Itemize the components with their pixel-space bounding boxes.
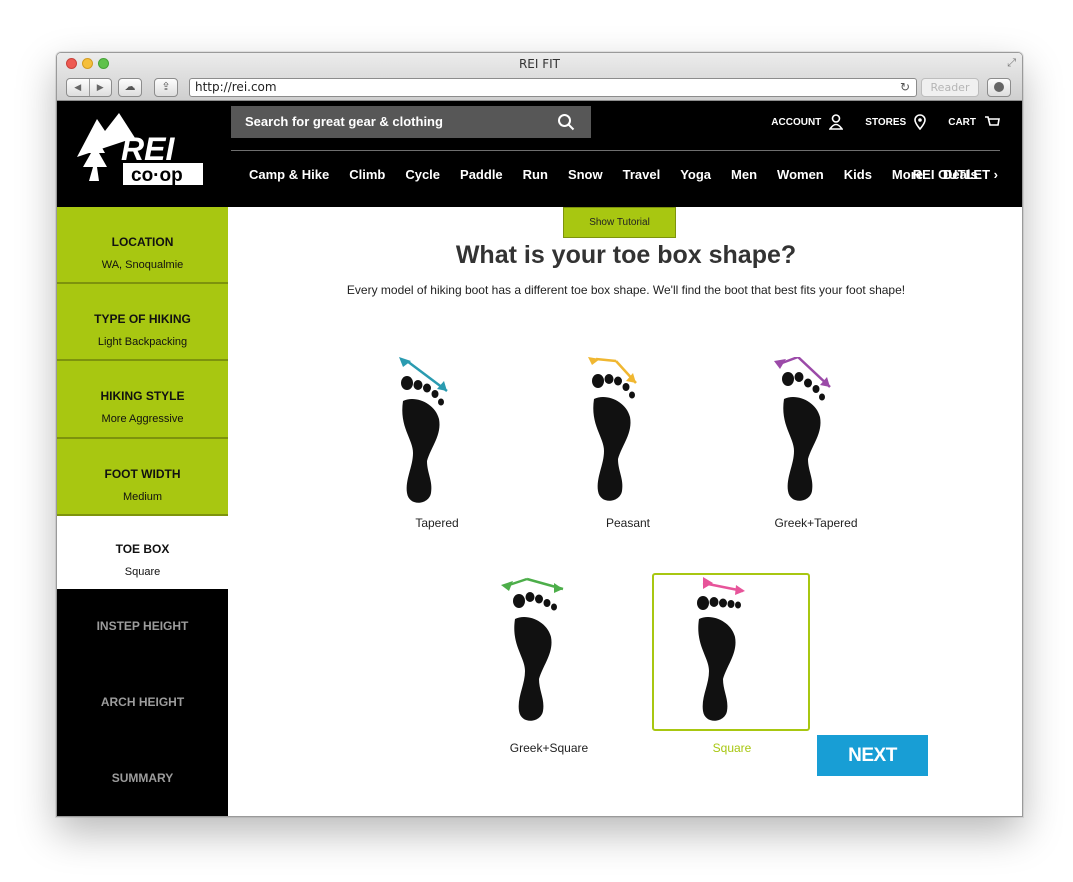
tapered-foot-icon	[399, 357, 448, 503]
url-text: http://rei.com	[195, 80, 277, 94]
step-value: WA, Snoqualmie	[101, 259, 184, 271]
step-hiking-style[interactable]: HIKING STYLE More Aggressive	[57, 361, 228, 439]
search-input[interactable]: Search for great gear & clothing	[231, 106, 591, 138]
stores-label: STORES	[865, 116, 907, 128]
stores-link[interactable]: STORES	[865, 114, 927, 130]
forward-icon[interactable]: ▶	[90, 79, 112, 96]
cart-label: CART	[948, 116, 976, 128]
rei-logo[interactable]: REI co·op	[75, 107, 205, 187]
step-label: SUMMARY	[111, 771, 174, 785]
account-links: ACCOUNT STORES CART	[771, 106, 1022, 138]
option-tapered[interactable]	[358, 357, 516, 515]
address-bar[interactable]: http://rei.com ↻	[189, 78, 917, 97]
step-label: LOCATION	[111, 235, 174, 249]
search-icon[interactable]	[557, 113, 575, 131]
browser-window: REI FIT ⤢ ◀ ▶ ☁ ⇪ http://rei.com ↻ Reade…	[56, 52, 1023, 817]
greek-square-foot-icon	[501, 577, 564, 721]
back-forward-buttons: ◀ ▶	[66, 78, 112, 97]
step-arch-height: ARCH HEIGHT	[57, 665, 228, 741]
icloud-icon[interactable]: ☁	[118, 78, 142, 97]
step-label: INSTEP HEIGHT	[96, 619, 189, 633]
next-button[interactable]: NEXT	[817, 735, 928, 776]
nav-item-yoga[interactable]: Yoga	[680, 167, 711, 182]
share-icon[interactable]: ⇪	[154, 78, 178, 97]
cart-icon	[985, 116, 1000, 126]
option-greek-square[interactable]	[470, 577, 628, 735]
user-icon	[829, 114, 844, 130]
location-pin-icon	[914, 114, 927, 130]
question-subtitle: Every model of hiking boot has a differe…	[346, 283, 906, 297]
main-nav: Camp & Hike Climb Cycle Paddle Run Snow …	[249, 167, 998, 182]
option-label-tapered[interactable]: Tapered	[357, 516, 517, 530]
step-summary: SUMMARY	[57, 741, 228, 816]
reload-icon[interactable]: ↻	[900, 79, 910, 96]
logo-text: REI	[121, 131, 175, 167]
logo-sub: co·op	[131, 165, 183, 186]
step-type-of-hiking[interactable]: TYPE OF HIKING Light Backpacking	[57, 284, 228, 361]
step-label: ARCH HEIGHT	[100, 695, 185, 709]
step-value: More Aggressive	[101, 413, 184, 425]
rei-outlet-link[interactable]: REI OUTLET ›	[913, 167, 998, 182]
browser-chrome: REI FIT ⤢ ◀ ▶ ☁ ⇪ http://rei.com ↻ Reade…	[57, 53, 1022, 101]
step-value: Light Backpacking	[97, 336, 188, 348]
nav-item-snow[interactable]: Snow	[568, 167, 603, 182]
nav-item-run[interactable]: Run	[523, 167, 548, 182]
show-tutorial-button[interactable]: Show Tutorial	[563, 207, 676, 238]
nav-item-men[interactable]: Men	[731, 167, 757, 182]
chevron-right-icon: ›	[990, 167, 998, 182]
step-location[interactable]: LOCATION WA, Snoqualmie	[57, 207, 228, 284]
cart-link[interactable]: CART	[948, 115, 1000, 129]
progress-sidebar: LOCATION WA, Snoqualmie TYPE OF HIKING L…	[57, 207, 228, 816]
search-placeholder: Search for great gear & clothing	[245, 114, 443, 129]
option-label-square[interactable]: Square	[652, 741, 812, 755]
header-divider	[231, 150, 1000, 151]
option-label-greek-tapered[interactable]: Greek+Tapered	[736, 516, 896, 530]
nav-item-paddle[interactable]: Paddle	[460, 167, 503, 182]
option-label-peasant[interactable]: Peasant	[548, 516, 708, 530]
question-title: What is your toe box shape?	[455, 241, 797, 269]
nav-item-kids[interactable]: Kids	[844, 167, 872, 182]
downloads-icon[interactable]	[987, 78, 1011, 97]
step-value: Medium	[122, 491, 163, 503]
back-icon[interactable]: ◀	[67, 79, 90, 96]
step-label: TOE BOX	[115, 542, 170, 556]
reader-button[interactable]: Reader	[921, 78, 979, 97]
option-greek-tapered[interactable]	[739, 357, 897, 515]
step-value: Square	[124, 566, 161, 578]
step-label: HIKING STYLE	[100, 389, 185, 403]
nav-item-cycle[interactable]: Cycle	[405, 167, 440, 182]
step-label: FOOT WIDTH	[104, 467, 181, 481]
step-label: TYPE OF HIKING	[94, 312, 191, 326]
nav-item-climb[interactable]: Climb	[349, 167, 385, 182]
nav-item-women[interactable]: Women	[777, 167, 824, 182]
step-instep-height: INSTEP HEIGHT	[57, 589, 228, 665]
rei-site: REI co·op Search for great gear & clothi…	[57, 101, 1022, 816]
step-foot-width[interactable]: FOOT WIDTH Medium	[57, 439, 228, 516]
nav-item-camp-hike[interactable]: Camp & Hike	[249, 167, 329, 182]
fullscreen-icon[interactable]: ⤢	[1007, 57, 1016, 70]
outlet-label: REI OUTLET	[912, 167, 991, 182]
option-peasant[interactable]	[549, 357, 707, 515]
site-header: REI co·op Search for great gear & clothi…	[57, 101, 1022, 207]
peasant-foot-icon	[588, 357, 637, 501]
greek-tapered-foot-icon	[774, 357, 831, 501]
main-content: Show Tutorial What is your toe box shape…	[228, 207, 1022, 816]
step-toe-box[interactable]: TOE BOX Square	[57, 516, 228, 589]
account-link[interactable]: ACCOUNT	[771, 114, 844, 130]
option-square[interactable]	[652, 573, 810, 731]
window-title: REI FIT	[518, 57, 561, 71]
square-foot-icon	[697, 577, 745, 721]
option-label-greek-square[interactable]: Greek+Square	[469, 741, 629, 755]
nav-item-travel[interactable]: Travel	[623, 167, 661, 182]
account-label: ACCOUNT	[771, 116, 822, 128]
